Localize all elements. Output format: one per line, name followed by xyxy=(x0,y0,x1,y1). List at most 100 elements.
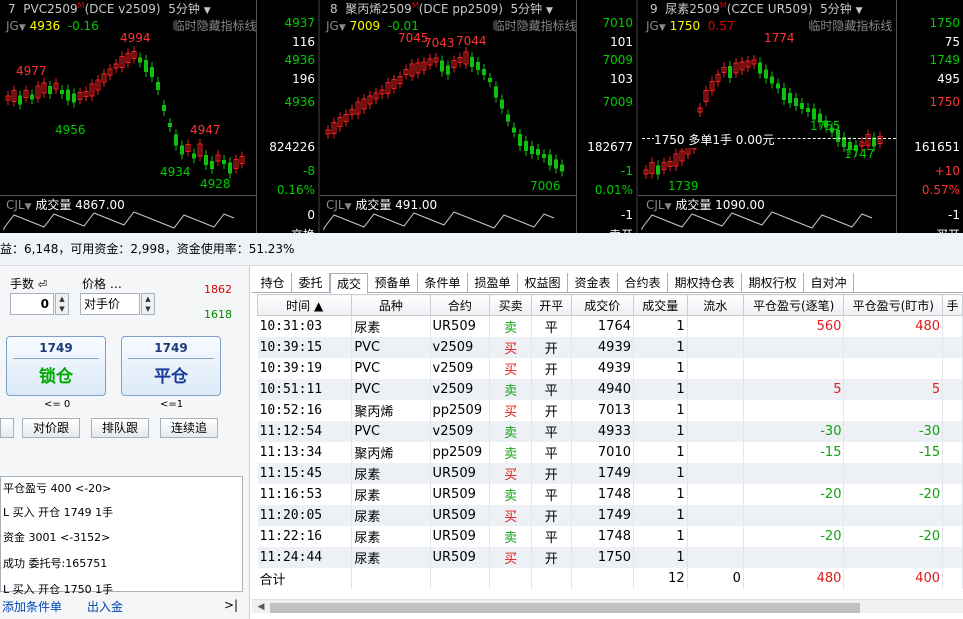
close-position-button[interactable]: 1749 平仓 xyxy=(121,336,221,396)
table-cell: 开 xyxy=(531,399,572,421)
table-row[interactable]: 10:52:16 聚丙烯 pp2509 买开 7013 1 xyxy=(257,399,963,421)
table-cell: 10:39:15 xyxy=(257,336,353,358)
candle-body xyxy=(500,99,504,109)
candle-body xyxy=(482,69,486,75)
table-row[interactable]: 10:51:11 PVC v2509 卖平 4940 1 5 5 xyxy=(257,378,963,400)
tab-自对冲[interactable]: 自对冲 xyxy=(804,273,854,293)
chart-panel-ur[interactable]: 1774 1755 1747 1739 9 尿素2509M(CZCE UR509) 5… xyxy=(638,0,896,233)
price-select[interactable]: 对手价 xyxy=(80,293,140,315)
lock-position-button[interactable]: 1749 锁仓 xyxy=(6,336,106,396)
column-header[interactable]: 平仓盈亏(逐笔) xyxy=(742,294,845,316)
log-line: L 买入 开仓 1750 1手 xyxy=(3,583,114,596)
table-row[interactable]: 11:16:53 尿素 UR509 卖平 1748 1 -20 -20 xyxy=(257,483,963,505)
table-row[interactable]: 11:22:16 尿素 UR509 卖平 1748 1 -20 -20 xyxy=(257,525,963,547)
trade-table: 时间 ▲ 品种 合约 买卖 开平 成交价 成交量 流水 平仓盈亏(逐笔) 平仓盈亏(盯市) 手 10… xyxy=(256,294,963,589)
table-cell: 1 xyxy=(633,441,688,463)
tab-期权行权[interactable]: 期权行权 xyxy=(742,273,804,293)
queue-follow-button[interactable]: 排队跟 xyxy=(91,418,149,438)
candle-body xyxy=(48,86,52,94)
table-row[interactable]: 10:31:03 尿素 UR509 卖平 1764 1 560 480 xyxy=(257,315,963,337)
table-row[interactable]: 11:12:54 PVC v2509 卖平 4933 1 -30 -30 xyxy=(257,420,963,442)
price-annotation: 4947 xyxy=(190,123,221,137)
qty-spinner[interactable]: ▲ ▼ xyxy=(55,293,69,315)
table-cell: 4939 xyxy=(571,336,635,358)
tab-成交[interactable]: 成交 xyxy=(330,273,368,294)
table-cell: 1 xyxy=(633,483,688,505)
candle-body xyxy=(524,141,528,151)
continuous-chase-button[interactable]: 连续追 xyxy=(160,418,218,438)
column-header[interactable]: 时间 ▲ xyxy=(256,294,353,316)
table-cell: -30 xyxy=(743,420,845,442)
table-row[interactable]: 11:13:34 聚丙烯 pp2509 卖平 7010 1 -15 -15 xyxy=(257,441,963,463)
table-row[interactable]: 11:20:05 尿素 UR509 买开 1749 1 xyxy=(257,504,963,526)
column-header[interactable]: 合约 xyxy=(429,294,491,316)
position-line-label[interactable]: 1750 多单1手 0.00元 xyxy=(654,131,775,148)
account-status-bar: 益：6,148，可用资金：2,998，资金使用率：51.23% xyxy=(0,233,963,266)
log-line: L 买入 开仓 1749 1手 xyxy=(3,506,114,519)
tab-权益图[interactable]: 权益图 xyxy=(518,273,568,293)
table-cell: 5 xyxy=(743,378,845,400)
lower-limit: 1618 xyxy=(204,308,232,321)
price-line: JG▼ 4936 -0.16 临时隐藏指标线 xyxy=(6,19,256,33)
add-condition-order-link[interactable]: 添加条件单 xyxy=(2,598,62,615)
tab-资金表[interactable]: 资金表 xyxy=(568,273,618,293)
collapse-panel-button[interactable]: >| xyxy=(224,598,238,612)
table-row[interactable]: 10:39:19 PVC v2509 买开 4939 1 xyxy=(257,357,963,379)
column-header[interactable]: 平仓盈亏(盯市) xyxy=(843,294,944,316)
table-row[interactable]: 10:39:15 PVC v2509 买开 4939 1 xyxy=(257,336,963,358)
axis-label: 4936 xyxy=(284,53,315,67)
axis-label: 交换 xyxy=(291,226,315,233)
deposit-withdraw-link[interactable]: 出入金 xyxy=(87,598,123,615)
tab-预备单[interactable]: 预备单 xyxy=(368,273,418,293)
column-header[interactable]: 品种 xyxy=(351,294,431,316)
total-row[interactable]: 合计 12 0 480 400 xyxy=(257,567,963,589)
column-header[interactable]: 买卖 xyxy=(489,294,532,316)
candle-body xyxy=(782,88,786,100)
table-row[interactable]: 11:24:44 尿素 UR509 买开 1750 1 xyxy=(257,546,963,568)
counter-price-follow-button[interactable]: 对价跟 xyxy=(22,418,80,438)
candle-body xyxy=(788,93,792,103)
candle-body xyxy=(446,65,450,75)
tab-委托[interactable]: 委托 xyxy=(292,273,330,293)
table-cell xyxy=(351,567,431,589)
table-cell: 1 xyxy=(633,378,688,400)
price-spinner[interactable]: ▲ ▼ xyxy=(141,293,155,315)
table-cell: pp2509 xyxy=(430,399,491,421)
axis-label: 1749 xyxy=(929,53,960,67)
table-cell: 平 xyxy=(531,483,572,505)
horizontal-scrollbar[interactable]: ◀ xyxy=(252,599,963,613)
table-row[interactable]: 11:15:45 尿素 UR509 买开 1749 1 xyxy=(257,462,963,484)
axis-label: 1750 xyxy=(929,16,960,30)
tab-损盈单[interactable]: 损盈单 xyxy=(468,273,518,293)
axis-label: 7009 xyxy=(602,53,633,67)
tab-条件单[interactable]: 条件单 xyxy=(418,273,468,293)
column-header[interactable]: 流水 xyxy=(686,294,744,316)
chart-panel-pp[interactable]: 7045 7043 7044 7006 8 聚丙烯2509M(DCE pp2509) … xyxy=(320,0,576,233)
candle-body xyxy=(180,145,184,155)
table-cell: -15 xyxy=(843,441,944,463)
column-header[interactable]: 成交价 xyxy=(570,294,635,316)
table-cell: 11:20:05 xyxy=(257,504,353,526)
candle-body xyxy=(518,134,522,146)
axis-label: 7009 xyxy=(602,95,633,109)
tab-期权持仓表[interactable]: 期权持仓表 xyxy=(668,273,742,293)
table-cell: 1 xyxy=(633,546,688,568)
column-header[interactable]: 成交量 xyxy=(633,294,688,316)
price-annotation: 4977 xyxy=(16,64,47,78)
qty-input[interactable]: 0 xyxy=(10,293,54,315)
candle-body xyxy=(144,60,148,72)
chart-panel-pvc[interactable]: 4994 4977 4956 4947 4934 4928 7 PVC2509M(DCE … xyxy=(0,0,256,233)
candle-body xyxy=(806,108,810,112)
table-cell: 尿素 xyxy=(351,504,431,526)
order-mode-button[interactable] xyxy=(0,418,14,438)
scrollbar-thumb[interactable] xyxy=(270,603,860,613)
table-cell: 平 xyxy=(531,378,572,400)
tab-持仓[interactable]: 持仓 xyxy=(254,273,292,293)
column-header[interactable]: 手 xyxy=(942,294,963,316)
candle-body xyxy=(506,114,510,122)
column-header[interactable]: 开平 xyxy=(530,294,572,316)
log-line: 资金 3001 <-3152> xyxy=(3,531,111,544)
tab-合约表[interactable]: 合约表 xyxy=(618,273,668,293)
table-cell: 11:16:53 xyxy=(257,483,353,505)
table-cell: 1 xyxy=(633,315,688,337)
